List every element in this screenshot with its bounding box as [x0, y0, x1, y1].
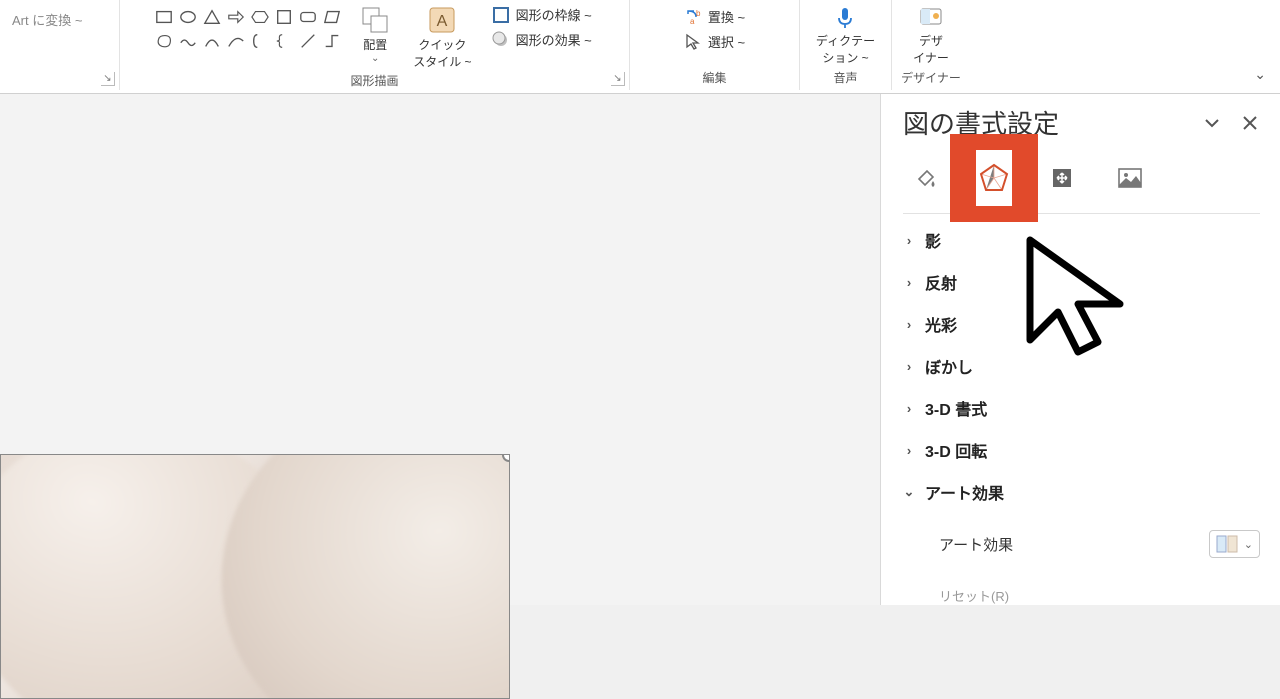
shape-triangle-icon[interactable]: [201, 6, 223, 28]
chevron-right-icon: ›: [903, 275, 915, 290]
artistic-effects-sublabel: アート効果: [939, 534, 1013, 555]
designer-label: デザ イナー: [913, 32, 949, 66]
format-picture-pane: 図の書式設定 ›影 ›反射 ›光彩 ›ぼかし ›3-D 書式 ›3-D 回転 ⌄…: [880, 94, 1280, 605]
shape-brace-icon[interactable]: [273, 30, 295, 52]
tab-effects[interactable]: [977, 161, 1011, 195]
dictation-label: ディクテー ション ~: [816, 32, 875, 66]
arrange-button[interactable]: 配置 ⌄: [353, 2, 397, 66]
section-soft-edges[interactable]: › ぼかし: [903, 354, 1260, 378]
dictation-button[interactable]: ディクテー ション ~: [810, 2, 881, 68]
shape-rectangle-icon[interactable]: [153, 6, 175, 28]
pane-tabs: [903, 147, 1260, 214]
section-glow-label: 光彩: [925, 312, 957, 336]
designer-group-label: デザイナー: [901, 69, 961, 90]
shape-outline-label: 図形の枠線 ~: [516, 5, 592, 24]
chevron-down-icon: ⌄: [1244, 538, 1253, 551]
paint-bucket-icon: [911, 163, 941, 193]
shape-blob-icon[interactable]: [153, 30, 175, 52]
shape-parallelogram-icon[interactable]: [321, 6, 343, 28]
shapes-gallery[interactable]: [153, 2, 343, 52]
size-properties-icon: [1047, 163, 1077, 193]
shape-curve-icon[interactable]: [225, 30, 247, 52]
picture-icon: [1115, 163, 1145, 193]
select-label: 選択 ~: [708, 32, 745, 51]
microphone-icon: [831, 4, 859, 32]
tab-size-properties[interactable]: [1045, 161, 1079, 195]
reset-button[interactable]: リセット(R): [903, 586, 1260, 605]
designer-button[interactable]: デザ イナー: [907, 2, 955, 68]
section-reflection[interactable]: › 反射: [903, 270, 1260, 294]
chevron-right-icon: ›: [903, 443, 915, 458]
chevron-right-icon: ›: [903, 401, 915, 416]
pentagon-effects-icon: [976, 160, 1012, 196]
svg-text:b: b: [696, 9, 701, 18]
shape-effects-button[interactable]: 図形の効果 ~: [488, 29, 596, 50]
svg-text:A: A: [437, 13, 448, 30]
section-shadow[interactable]: ›影: [903, 228, 1260, 252]
chevron-down-icon[interactable]: [1202, 113, 1222, 133]
replace-icon: ba: [684, 8, 702, 26]
shape-line-icon[interactable]: [297, 30, 319, 52]
arrange-label: 配置: [363, 36, 387, 53]
arrange-icon: [359, 4, 391, 36]
editing-group: ba 置換 ~ 選択 ~ 編集: [630, 0, 800, 90]
voice-group: ディクテー ション ~ 音声: [800, 0, 892, 90]
shape-connector-icon[interactable]: [321, 30, 343, 52]
section-3d-format[interactable]: › 3-D 書式: [903, 396, 1260, 420]
section-reflection-label: 反射: [925, 270, 957, 294]
shape-arc-icon[interactable]: [201, 30, 223, 52]
replace-button[interactable]: ba 置換 ~: [680, 6, 749, 27]
artistic-effects-picker[interactable]: ⌄: [1209, 530, 1260, 558]
selected-image[interactable]: [0, 454, 510, 699]
shape-effects-icon: [492, 31, 510, 49]
section-artistic-effects[interactable]: ⌄ アート効果: [903, 480, 1260, 504]
designer-group: デザ イナー デザイナー: [892, 0, 970, 90]
section-glow[interactable]: › 光彩: [903, 312, 1260, 336]
select-button[interactable]: 選択 ~: [680, 31, 749, 52]
svg-text:a: a: [690, 17, 695, 26]
chevron-right-icon: ›: [903, 233, 915, 248]
section-artistic-label: アート効果: [925, 480, 1004, 504]
editing-group-label: 編集: [702, 69, 726, 90]
artistic-effects-row: アート効果 ⌄: [903, 530, 1260, 558]
designer-icon: [917, 4, 945, 32]
shape-arrow-right-icon[interactable]: [225, 6, 247, 28]
replace-label: 置換 ~: [708, 7, 745, 26]
section-shadow-label: 影: [925, 228, 941, 252]
drawing-group-label: 図形描画: [350, 72, 398, 93]
wordart-convert-label[interactable]: Art に変換 ~: [12, 10, 82, 29]
quick-styles-label: クイック スタイル ~: [413, 36, 471, 70]
chevron-right-icon: ›: [903, 317, 915, 332]
select-cursor-icon: [684, 33, 702, 51]
dialog-launcher-icon[interactable]: ↘: [101, 72, 115, 86]
ribbon: Art に変換 ~ ↘: [0, 0, 1280, 94]
shape-rounded-rect-icon[interactable]: [297, 6, 319, 28]
quick-styles-button[interactable]: A クイック スタイル ~: [407, 2, 477, 72]
shape-wave-icon[interactable]: [177, 30, 199, 52]
shape-hexagon-icon[interactable]: [249, 6, 271, 28]
shape-square-icon[interactable]: [273, 6, 295, 28]
section-3d-rotation-label: 3-D 回転: [925, 438, 987, 462]
effects-accordion: ›影 ›反射 ›光彩 ›ぼかし ›3-D 書式 ›3-D 回転 ⌄アート効果 ア…: [903, 224, 1260, 605]
tab-fill-line[interactable]: [909, 161, 943, 195]
shape-effects-label: 図形の効果 ~: [516, 30, 592, 49]
shape-outline-button[interactable]: 図形の枠線 ~: [488, 4, 596, 25]
wordart-group: Art に変換 ~ ↘: [0, 0, 120, 90]
chevron-down-icon: ⌄: [903, 484, 915, 500]
shape-outline-icon: [492, 6, 510, 24]
tab-picture[interactable]: [1113, 161, 1147, 195]
voice-group-label: 音声: [833, 69, 857, 90]
quick-styles-icon: A: [426, 4, 458, 36]
ribbon-collapse-chevron-icon[interactable]: ⌄: [1254, 66, 1266, 83]
section-3d-format-label: 3-D 書式: [925, 396, 987, 420]
shape-oval-icon[interactable]: [177, 6, 199, 28]
drawing-group: 配置 ⌄ A クイック スタイル ~ 図形の枠線 ~ 図形の効果 ~ 図形描画 …: [120, 0, 630, 90]
chevron-right-icon: ›: [903, 359, 915, 374]
dialog-launcher-drawing[interactable]: ↘: [611, 72, 625, 86]
effect-thumbnail-icon: [1216, 535, 1238, 553]
shape-bracket-icon[interactable]: [249, 30, 271, 52]
section-3d-rotation[interactable]: › 3-D 回転: [903, 438, 1260, 462]
section-soft-edges-label: ぼかし: [925, 354, 973, 378]
close-icon[interactable]: [1240, 113, 1260, 133]
